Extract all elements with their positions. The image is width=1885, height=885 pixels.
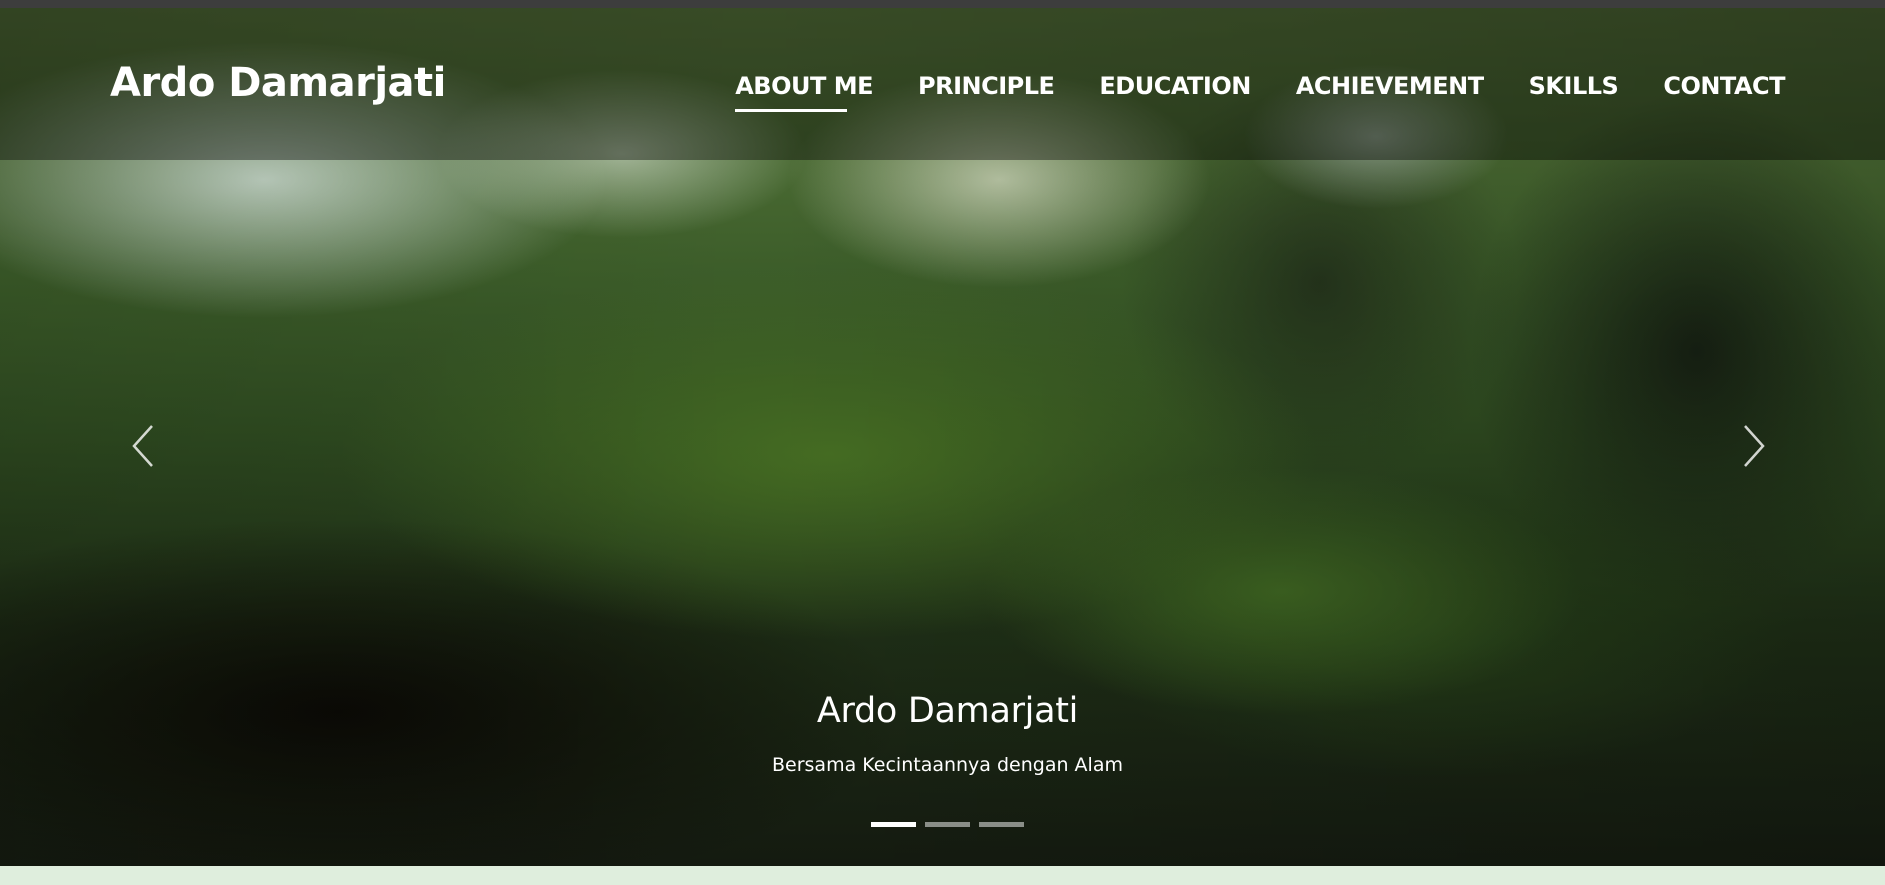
caption-subtitle: Bersama Kecintaannya dengan Alam: [772, 754, 1123, 776]
nav-menu: ABOUT ME PRINCIPLE EDUCATION ACHIEVEMENT…: [735, 72, 1785, 112]
carousel-indicator-1[interactable]: [871, 822, 916, 827]
nav-item-principle[interactable]: PRINCIPLE: [918, 72, 1055, 100]
carousel-indicators: [871, 822, 1024, 827]
hero-carousel: Ardo Damarjati ABOUT ME PRINCIPLE EDUCAT…: [0, 8, 1885, 866]
navbar: Ardo Damarjati ABOUT ME PRINCIPLE EDUCAT…: [0, 8, 1885, 160]
nav-item-about-me[interactable]: ABOUT ME: [735, 72, 873, 112]
carousel-caption: Ardo Damarjati Bersama Kecintaannya deng…: [0, 690, 1885, 777]
carousel-indicator-2[interactable]: [925, 822, 970, 827]
caption-title: Ardo Damarjati: [816, 691, 1079, 731]
carousel-prev-button[interactable]: [124, 418, 164, 474]
carousel-next-button[interactable]: [1733, 418, 1773, 474]
nav-item-achievement[interactable]: ACHIEVEMENT: [1296, 72, 1484, 100]
chevron-right-icon: [1744, 425, 1765, 467]
nav-item-contact[interactable]: CONTACT: [1663, 72, 1785, 100]
browser-top-strip: [0, 0, 1885, 8]
next-section-edge: [0, 866, 1885, 885]
nav-item-education[interactable]: EDUCATION: [1099, 72, 1251, 100]
chevron-left-icon: [132, 425, 153, 467]
nav-item-skills[interactable]: SKILLS: [1529, 72, 1619, 100]
brand-logo[interactable]: Ardo Damarjati: [110, 60, 446, 106]
carousel-indicator-3[interactable]: [979, 822, 1024, 827]
